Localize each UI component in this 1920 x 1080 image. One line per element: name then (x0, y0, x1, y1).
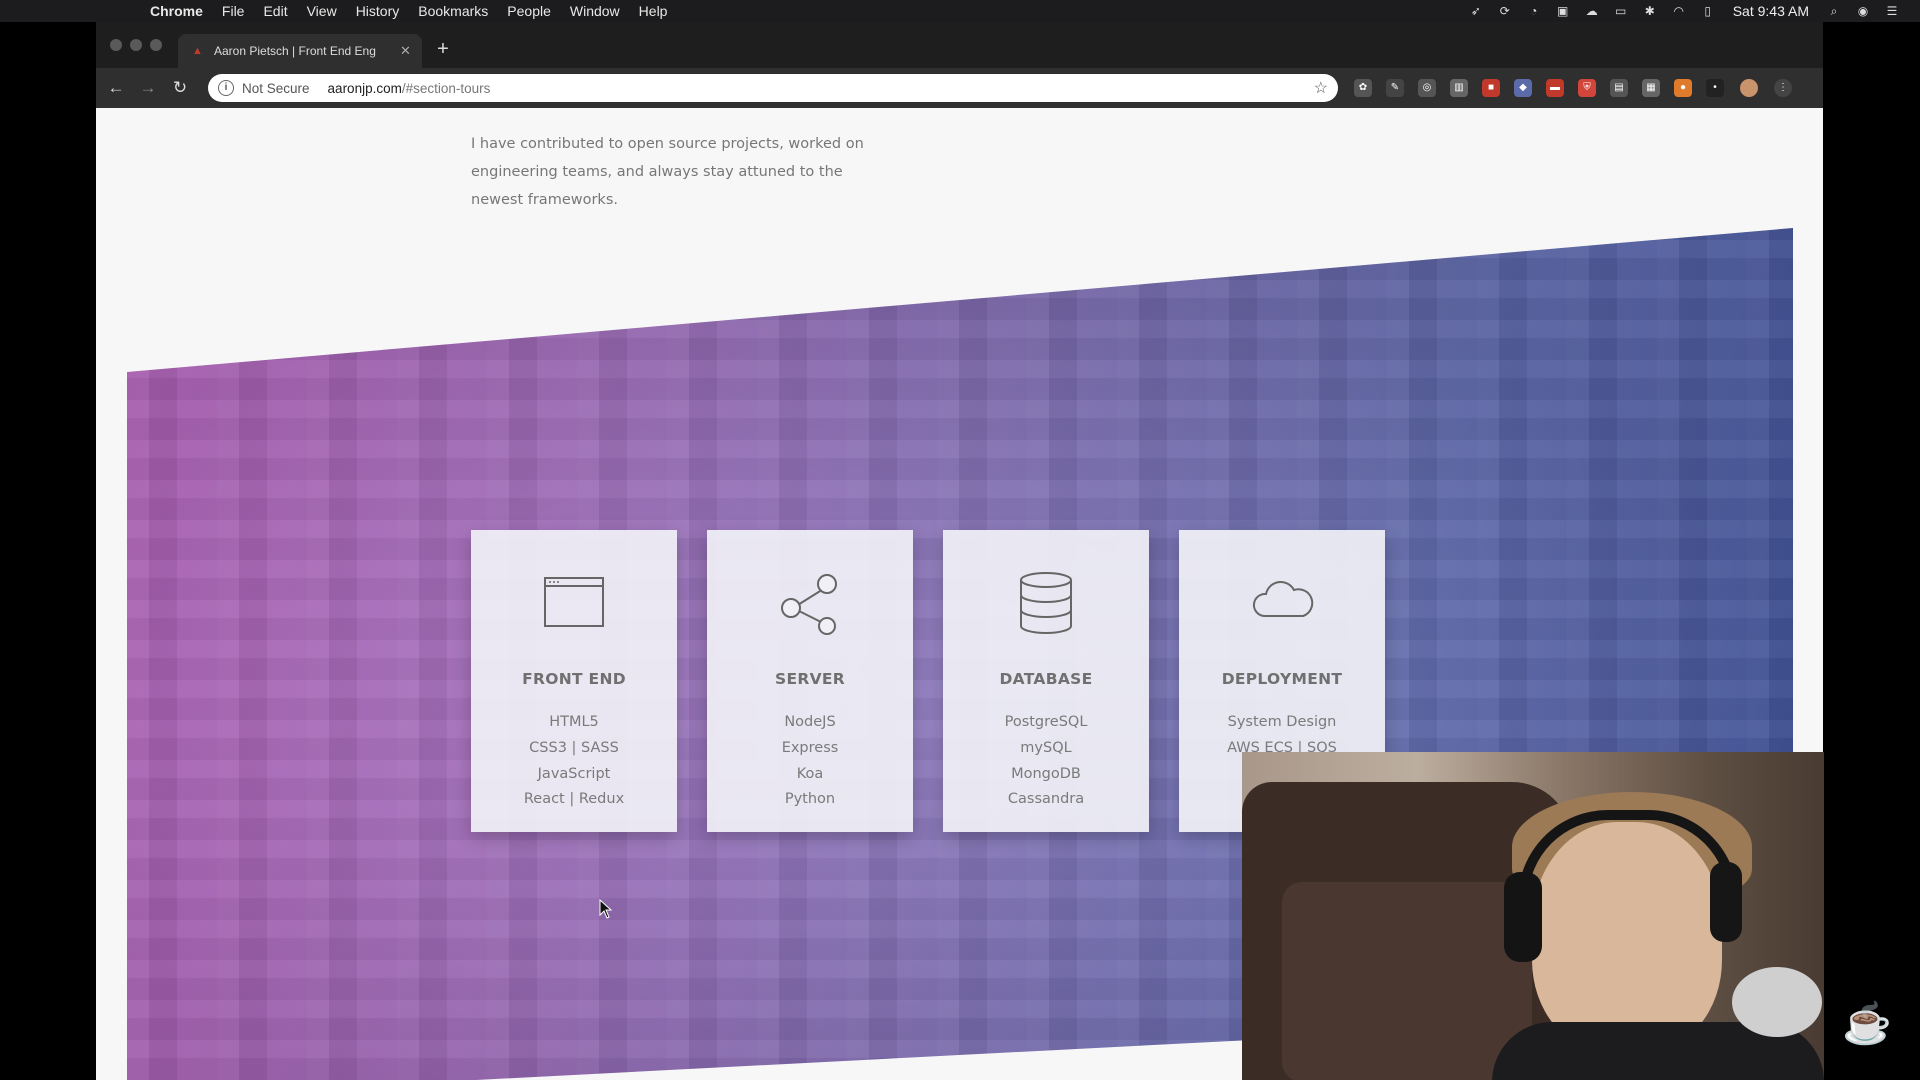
battery-icon[interactable]: ▯ (1700, 4, 1716, 18)
card-item: Koa (796, 765, 824, 782)
forward-button[interactable]: → (138, 78, 158, 98)
extension-11-icon[interactable]: ● (1674, 79, 1692, 97)
new-tab-button[interactable]: + (432, 38, 454, 60)
card-item: MongoDB (1011, 765, 1081, 782)
menu-window[interactable]: Window (570, 3, 620, 19)
menu-app-name[interactable]: Chrome (150, 3, 203, 19)
intro-paragraph: I have contributed to open source projec… (471, 136, 864, 208)
card-title: SERVER (774, 670, 845, 688)
skill-card-server: SERVER NodeJS Express Koa Python (707, 530, 913, 832)
menu-edit[interactable]: Edit (263, 3, 287, 19)
menu-dots-icon[interactable]: ⋮ (1774, 79, 1792, 97)
menu-bookmarks[interactable]: Bookmarks (418, 3, 488, 19)
menu-file[interactable]: File (222, 3, 245, 19)
tab-strip: ▲ Aaron Pietsch | Front End Eng ✕ + (96, 22, 1823, 68)
menu-view[interactable]: View (307, 3, 337, 19)
card-title: DATABASE (999, 670, 1093, 688)
menu-help[interactable]: Help (639, 3, 668, 19)
cloud-icon (1252, 580, 1314, 617)
browser-window-icon (544, 577, 604, 627)
spotlight-icon[interactable]: ⌕ (1826, 4, 1842, 18)
card-item: mySQL (1020, 739, 1072, 756)
extension-1-icon[interactable]: ✿ (1354, 79, 1372, 97)
app-menu: Chrome File Edit View History Bookmarks … (150, 3, 686, 19)
menu-people[interactable]: People (507, 3, 551, 19)
url-path: /#section-tours (401, 80, 491, 96)
status-area: ➶ ⟳ ◔ ▣ ☁ ▭ ✱ ◠ ▯ Sat 9:43 AM ⌕ ◉ ☰ (1468, 0, 1900, 22)
card-item: Python (784, 791, 836, 808)
close-window-button[interactable] (110, 39, 122, 51)
mouse-cursor-icon (599, 899, 613, 919)
back-button[interactable]: ← (106, 78, 126, 98)
card-item: CSS3 | SASS (529, 739, 619, 756)
active-tab[interactable]: ▲ Aaron Pietsch | Front End Eng ✕ (178, 34, 422, 68)
card-item: HTML5 (549, 714, 599, 730)
macos-menu-bar: Chrome File Edit View History Bookmarks … (0, 0, 1920, 22)
bluetooth-icon[interactable]: ✱ (1642, 4, 1658, 18)
menu-clock[interactable]: Sat 9:43 AM (1733, 3, 1809, 19)
extension-5-icon[interactable]: ■ (1482, 79, 1500, 97)
card-title: FRONT END (522, 670, 626, 688)
address-bar[interactable]: i Not Secure aaronjp.com/#section-tours … (208, 74, 1338, 102)
browser-toolbar: ← → ↻ i Not Secure aaronjp.com/#section-… (96, 68, 1823, 108)
url-text[interactable]: aaronjp.com/#section-tours (328, 81, 491, 96)
window-controls (110, 39, 162, 51)
skill-card-front-end: FRONT END HTML5 CSS3 | SASS JavaScript R… (471, 530, 677, 832)
extension-8-icon[interactable]: ⛨ (1578, 79, 1596, 97)
skill-card-database: DATABASE PostgreSQL mySQL MongoDB Cassan… (943, 530, 1149, 832)
extension-4-icon[interactable]: ▥ (1450, 79, 1468, 97)
extension-12-icon[interactable]: • (1706, 79, 1724, 97)
extension-3-icon[interactable]: ◎ (1418, 79, 1436, 97)
card-items: PostgreSQL mySQL MongoDB Cassandra (943, 710, 1149, 813)
tab-title: Aaron Pietsch | Front End Eng (214, 44, 376, 58)
menu-history[interactable]: History (356, 3, 400, 19)
site-info-icon[interactable]: i (218, 80, 234, 96)
extension-10-icon[interactable]: ▦ (1642, 79, 1660, 97)
card-title: DEPLOYMENT (1221, 670, 1343, 688)
card-item: PostgreSQL (1004, 714, 1088, 730)
airplay-icon[interactable]: ▭ (1613, 4, 1629, 18)
coffee-cup-icon: ☕ (1842, 1002, 1892, 1046)
card-item: System Design (1227, 714, 1337, 730)
wifi-icon[interactable]: ◠ (1671, 4, 1687, 18)
bookmark-star-icon[interactable]: ☆ (1314, 78, 1328, 98)
card-item: Express (781, 739, 839, 756)
minimize-window-button[interactable] (130, 39, 142, 51)
security-label: Not Secure (242, 80, 310, 96)
site-favicon-icon: ▲ (192, 45, 203, 57)
database-icon (1020, 572, 1072, 634)
card-item: JavaScript (537, 765, 611, 782)
notification-center-icon[interactable]: ☰ (1884, 4, 1900, 18)
extension-9-icon[interactable]: ▤ (1610, 79, 1628, 97)
close-tab-icon[interactable]: ✕ (400, 43, 411, 59)
rocket-icon[interactable]: ➶ (1468, 4, 1484, 18)
screen-icon[interactable]: ▣ (1555, 4, 1571, 18)
reload-button[interactable]: ↻ (170, 78, 190, 98)
extension-7-icon[interactable]: ▬ (1546, 79, 1564, 97)
card-item: Cassandra (1007, 791, 1085, 808)
card-items: HTML5 CSS3 | SASS JavaScript React | Red… (471, 710, 677, 813)
extension-2-icon[interactable]: ✎ (1386, 79, 1404, 97)
card-item: NodeJS (784, 714, 836, 730)
sync-icon[interactable]: ⟳ (1497, 4, 1513, 18)
extension-6-icon[interactable]: ◆ (1514, 79, 1532, 97)
cloud-status-icon[interactable]: ☁ (1584, 4, 1600, 18)
card-items: NodeJS Express Koa Python (707, 710, 913, 813)
profile-avatar[interactable] (1740, 79, 1758, 97)
url-domain: aaronjp.com (327, 80, 402, 96)
zoom-window-button[interactable] (150, 39, 162, 51)
webcam-overlay (1242, 752, 1824, 1080)
broadcast-icon[interactable]: ◔ (1526, 4, 1542, 18)
share-nodes-icon (781, 574, 837, 635)
card-item: React | Redux (523, 791, 625, 808)
siri-icon[interactable]: ◉ (1855, 4, 1871, 18)
